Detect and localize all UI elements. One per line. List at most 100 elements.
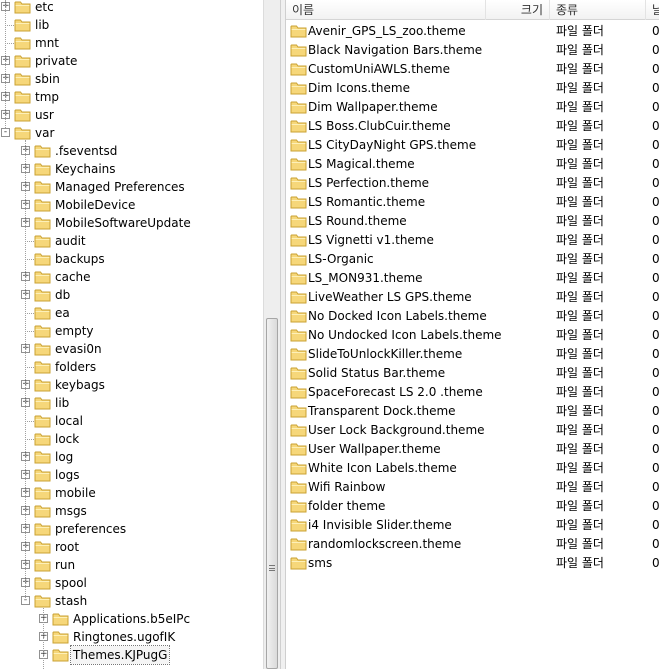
- tree-item[interactable]: + mobile: [0, 484, 263, 502]
- tree-item[interactable]: + db: [0, 286, 263, 304]
- list-item[interactable]: LS Perfection.theme 파일 폴더 0: [286, 174, 659, 193]
- tree-item[interactable]: + .fseventsd: [0, 142, 263, 160]
- tree-item-label: mobile: [55, 486, 96, 500]
- tree-item[interactable]: + private: [0, 52, 263, 70]
- tree-scrollbar[interactable]: [263, 0, 280, 669]
- tree-item[interactable]: ea: [0, 304, 263, 322]
- tree-item[interactable]: + msgs: [0, 502, 263, 520]
- list-item[interactable]: White Icon Labels.theme 파일 폴더 0: [286, 459, 659, 478]
- list-item[interactable]: User Wallpaper.theme 파일 폴더 0: [286, 440, 659, 459]
- list-item[interactable]: Black Navigation Bars.theme 파일 폴더 0: [286, 41, 659, 60]
- list-item-date: 0: [652, 214, 659, 228]
- tree-item[interactable]: + etc: [0, 0, 263, 16]
- column-header-date[interactable]: 날: [646, 0, 659, 20]
- tree-item[interactable]: - var: [0, 124, 263, 142]
- tree-item[interactable]: audit: [0, 232, 263, 250]
- tree-item[interactable]: lib: [0, 16, 263, 34]
- tree-item[interactable]: + sbin: [0, 70, 263, 88]
- list-item-name: Black Navigation Bars.theme: [308, 43, 483, 57]
- column-header-type[interactable]: 종류: [550, 0, 646, 20]
- tree-item[interactable]: empty: [0, 322, 263, 340]
- tree-item[interactable]: + root: [0, 538, 263, 556]
- list-item[interactable]: i4 Invisible Slider.theme 파일 폴더 0: [286, 516, 659, 535]
- list-item-type: 파일 폴더: [556, 404, 604, 418]
- tree-item[interactable]: + Keychains: [0, 160, 263, 178]
- list-item[interactable]: Avenir_GPS_LS_zoo.theme 파일 폴더 0: [286, 22, 659, 41]
- list-item[interactable]: Solid Status Bar.theme 파일 폴더 0: [286, 364, 659, 383]
- tree-item[interactable]: backups: [0, 250, 263, 268]
- tree-item[interactable]: + tmp: [0, 88, 263, 106]
- list-item[interactable]: User Lock Background.theme 파일 폴더 0: [286, 421, 659, 440]
- tree-item[interactable]: lock: [0, 430, 263, 448]
- tree-item[interactable]: + evasi0n: [0, 340, 263, 358]
- tree-item-label: usr: [35, 108, 54, 122]
- folder-icon: [52, 648, 69, 667]
- list-item-name: LS-Organic: [308, 252, 374, 266]
- tree-item[interactable]: + Applications.b5eIPc: [0, 610, 263, 628]
- tree-item[interactable]: + logs: [0, 466, 263, 484]
- list-item-name: LS_MON931.theme: [308, 271, 423, 285]
- tree-item[interactable]: + MobileSoftwareUpdate: [0, 214, 263, 232]
- list-item[interactable]: No Docked Icon Labels.theme 파일 폴더 0: [286, 307, 659, 326]
- tree-item[interactable]: + Themes.KJPugG: [0, 645, 263, 667]
- list-item-name: LS CityDayNight GPS.theme: [308, 138, 477, 152]
- list-item[interactable]: LS Vignetti v1.theme 파일 폴더 0: [286, 231, 659, 250]
- tree-item[interactable]: + preferences: [0, 520, 263, 538]
- list-item[interactable]: LS_MON931.theme 파일 폴더 0: [286, 269, 659, 288]
- tree-item-label: audit: [55, 234, 86, 248]
- tree-item[interactable]: + log: [0, 448, 263, 466]
- tree-item[interactable]: local: [0, 412, 263, 430]
- tree-connector: [25, 439, 34, 440]
- list-item[interactable]: SpaceForecast LS 2.0 .theme 파일 폴더 0: [286, 383, 659, 402]
- column-header-name[interactable]: 이름: [286, 0, 486, 20]
- list-item[interactable]: Wifi Rainbow 파일 폴더 0: [286, 478, 659, 497]
- list-item[interactable]: LS-Organic 파일 폴더 0: [286, 250, 659, 269]
- tree-connector: [25, 259, 34, 260]
- folder-tree[interactable]: + etc lib mnt + private + sbin + tmp + usr - var + .fse…: [0, 0, 263, 669]
- tree-scrollbar-thumb[interactable]: [266, 318, 278, 669]
- list-item[interactable]: LiveWeather LS GPS.theme 파일 폴더 0: [286, 288, 659, 307]
- list-item[interactable]: Dim Wallpaper.theme 파일 폴더 0: [286, 98, 659, 117]
- list-item[interactable]: Transparent Dock.theme 파일 폴더 0: [286, 402, 659, 421]
- list-item-name: i4 Invisible Slider.theme: [308, 518, 452, 532]
- list-item[interactable]: Dim Icons.theme 파일 폴더 0: [286, 79, 659, 98]
- tree-item[interactable]: mnt: [0, 34, 263, 52]
- list-item[interactable]: CustomUniAWLS.theme 파일 폴더 0: [286, 60, 659, 79]
- tree-item-label: sbin: [35, 72, 60, 86]
- tree-item[interactable]: + Managed Preferences: [0, 178, 263, 196]
- list-item-type: 파일 폴더: [556, 271, 604, 285]
- list-item[interactable]: randomlockscreen.theme 파일 폴더 0: [286, 535, 659, 554]
- tree-item[interactable]: + MobileDevice: [0, 196, 263, 214]
- list-item[interactable]: SlideToUnlockKiller.theme 파일 폴더 0: [286, 345, 659, 364]
- list-item-name: Dim Wallpaper.theme: [308, 100, 438, 114]
- list-item[interactable]: folder theme 파일 폴더 0: [286, 497, 659, 516]
- tree-item[interactable]: + usr: [0, 106, 263, 124]
- tree-item[interactable]: + run: [0, 556, 263, 574]
- tree-item[interactable]: - stash: [0, 592, 263, 610]
- file-list[interactable]: 이름 크기 종류 날 Avenir_GPS_LS_zoo.theme 파일 폴더 0…: [286, 0, 659, 669]
- column-header-size[interactable]: 크기: [486, 0, 550, 20]
- expand-toggle-icon[interactable]: -: [1, 128, 10, 137]
- tree-item[interactable]: + Ringtones.ugofIK: [0, 628, 263, 646]
- tree-item[interactable]: + lib: [0, 394, 263, 412]
- list-item-date: 0: [652, 556, 659, 570]
- list-item[interactable]: LS Round.theme 파일 폴더 0: [286, 212, 659, 231]
- list-item[interactable]: LS CityDayNight GPS.theme 파일 폴더 0: [286, 136, 659, 155]
- list-item-type: 파일 폴더: [556, 309, 604, 323]
- list-item[interactable]: No Undocked Icon Labels.theme 파일 폴더 0: [286, 326, 659, 345]
- list-item-type: 파일 폴더: [556, 366, 604, 380]
- tree-item-label: ea: [55, 306, 70, 320]
- list-item[interactable]: LS Boss.ClubCuir.theme 파일 폴더 0: [286, 117, 659, 136]
- list-item-name: LS Round.theme: [308, 214, 407, 228]
- list-item[interactable]: LS Magical.theme 파일 폴더 0: [286, 155, 659, 174]
- list-item-name: folder theme: [308, 499, 386, 513]
- folder-icon: [290, 556, 307, 576]
- list-item[interactable]: LS Romantic.theme 파일 폴더 0: [286, 193, 659, 212]
- tree-item[interactable]: + spool: [0, 574, 263, 592]
- tree-item[interactable]: + cache: [0, 268, 263, 286]
- list-item-date: 0: [652, 233, 659, 247]
- tree-item[interactable]: + keybags: [0, 376, 263, 394]
- list-item[interactable]: sms 파일 폴더 0: [286, 554, 659, 573]
- list-item-date: 0: [652, 480, 659, 494]
- tree-item[interactable]: folders: [0, 358, 263, 376]
